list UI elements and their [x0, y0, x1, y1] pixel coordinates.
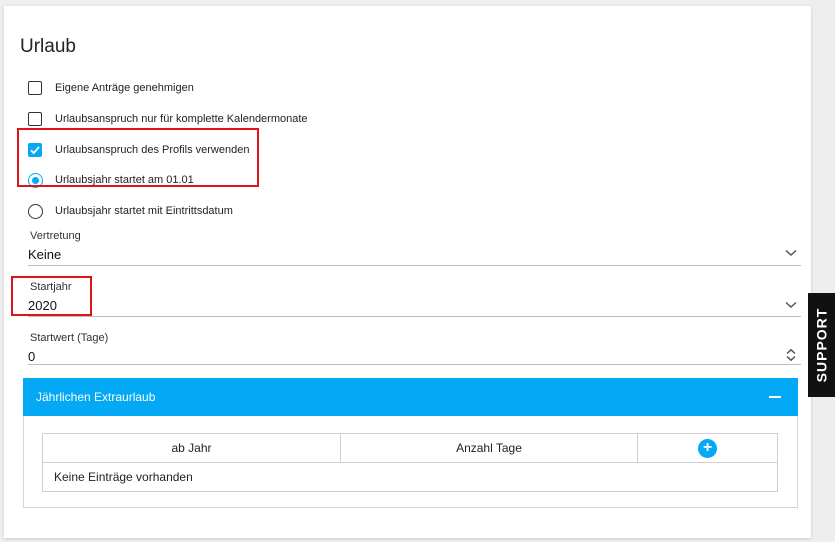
vertretung-select[interactable]: Vertretung Keine: [28, 228, 801, 266]
full-months-checkbox[interactable]: [28, 112, 42, 126]
empty-message: Keine Einträge vorhanden: [42, 462, 778, 492]
chevron-down-icon[interactable]: [785, 249, 797, 257]
section-title: Urlaub: [20, 36, 76, 57]
year-start-entry-label: Urlaubsjahr startet mit Eintrittsdatum: [55, 205, 233, 217]
startwert-value: 0: [28, 349, 36, 364]
highlight-box-profile: [17, 128, 259, 187]
full-months-checkbox-row[interactable]: Urlaubsanspruch nur für komplette Kalend…: [28, 110, 308, 128]
startwert-input[interactable]: Startwert (Tage) 0: [28, 330, 801, 365]
vacation-card: Urlaub Eigene Anträge genehmigen Urlaubs…: [4, 6, 811, 538]
chevron-down-icon[interactable]: [785, 301, 797, 309]
startjahr-select[interactable]: Startjahr 2020: [28, 279, 801, 317]
support-label: SUPPORT: [813, 307, 830, 383]
highlight-box-startjahr: [11, 276, 92, 316]
own-requests-checkbox[interactable]: [28, 81, 42, 95]
spinner-icon[interactable]: [785, 348, 797, 362]
table-row: Keine Einträge vorhanden: [42, 462, 778, 492]
extra-leave-title: Jährlichen Extraurlaub: [36, 390, 156, 404]
column-header-ab-jahr: ab Jahr: [42, 433, 341, 463]
own-requests-label: Eigene Anträge genehmigen: [55, 82, 194, 94]
add-column: +: [637, 433, 778, 463]
year-start-entry-radio-row[interactable]: Urlaubsjahr startet mit Eintrittsdatum: [28, 202, 233, 220]
extra-leave-panel: Jährlichen Extraurlaub ab Jahr Anzahl Ta…: [23, 378, 798, 508]
minus-icon[interactable]: [769, 396, 781, 398]
vertretung-value: Keine: [28, 247, 62, 262]
plus-icon[interactable]: +: [698, 438, 717, 458]
full-months-label: Urlaubsanspruch nur für komplette Kalend…: [55, 113, 308, 125]
own-requests-checkbox-row[interactable]: Eigene Anträge genehmigen: [28, 79, 194, 97]
support-tab[interactable]: SUPPORT: [808, 293, 835, 397]
year-start-entry-radio[interactable]: [28, 203, 43, 219]
extra-leave-table: ab Jahr Anzahl Tage + Keine Einträge vor…: [42, 433, 778, 492]
startwert-label: Startwert (Tage): [30, 332, 109, 344]
extra-leave-header[interactable]: Jährlichen Extraurlaub: [23, 378, 798, 416]
vertretung-label: Vertretung: [30, 230, 81, 242]
table-header-row: ab Jahr Anzahl Tage +: [42, 433, 778, 463]
column-header-anzahl-tage: Anzahl Tage: [340, 433, 638, 463]
